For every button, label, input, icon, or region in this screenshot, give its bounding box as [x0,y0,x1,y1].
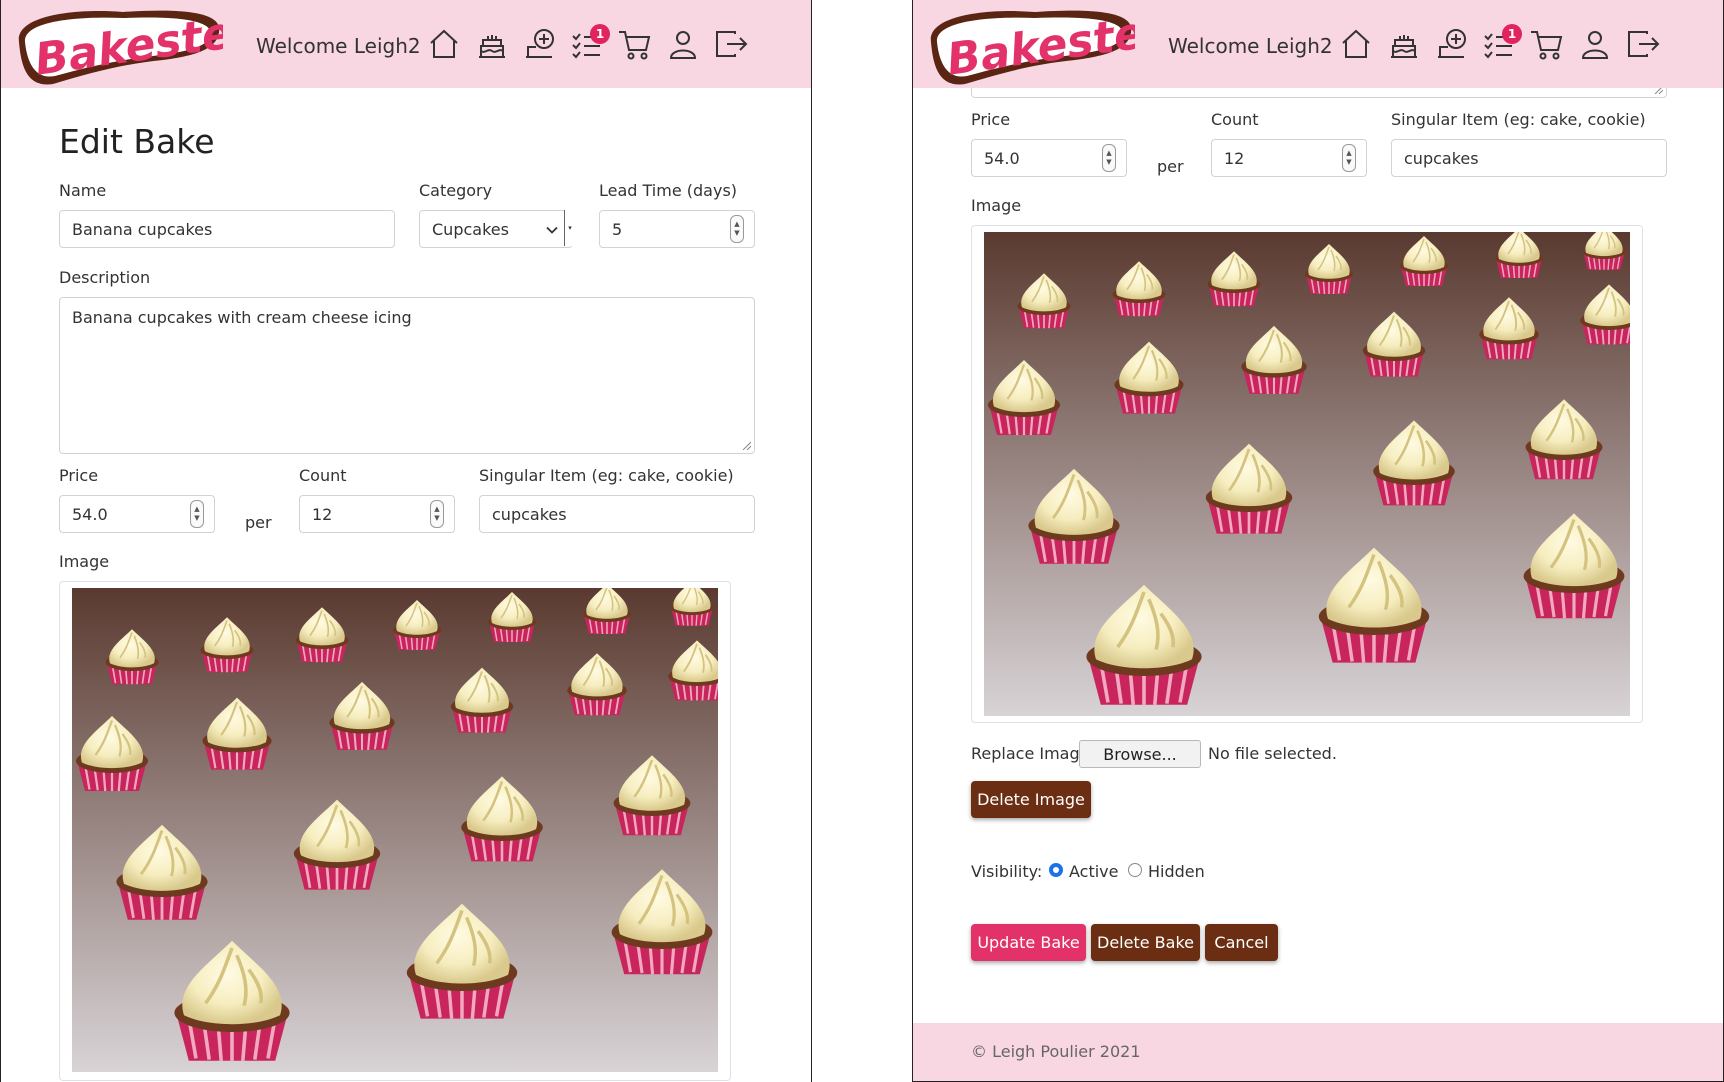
browse-button[interactable]: Browse... [1079,740,1201,768]
count-label: Count [1211,110,1259,129]
per-text: per [245,513,272,532]
update-bake-button[interactable]: Update Bake [971,924,1086,961]
page-title: Edit Bake [59,122,215,161]
singular-input[interactable]: cupcakes [479,495,755,533]
price-label: Price [971,110,1011,129]
cart-icon[interactable] [1529,26,1565,62]
name-label: Name [59,181,107,200]
image-frame [971,225,1643,723]
orders-badge: 1 [590,24,610,44]
navbar: Bakester Welcome Leigh2 1 [913,0,1723,88]
image-label: Image [971,196,1022,215]
right-panel: Bakester Welcome Leigh2 1 Price 54.0 ▲ ▼ … [912,0,1724,1082]
name-value: Banana cupcakes [72,219,213,239]
select-handle-icon[interactable]: ▾ [564,210,575,246]
price-value: 54.0 [72,504,108,524]
per-text: per [1157,157,1184,176]
orders-badge: 1 [1502,24,1522,44]
welcome-text: Welcome Leigh2 [1168,34,1333,58]
singular-input[interactable]: cupcakes [1391,139,1667,177]
visibility-active-radio[interactable] [1049,863,1063,877]
visibility-hidden-radio[interactable] [1128,863,1142,877]
singular-label: Singular Item (eg: cake, cookie) [479,466,734,485]
price-input[interactable]: 54.0 ▲ ▼ [59,495,215,533]
visibility-active-label[interactable]: Active [1069,862,1119,881]
visibility-hidden-label[interactable]: Hidden [1148,862,1205,881]
category-select[interactable]: Cupcakes ▾ [419,210,575,248]
count-spinner[interactable]: ▲ ▼ [430,500,444,528]
singular-value: cupcakes [492,504,567,524]
category-value: Cupcakes [432,219,509,239]
description-label: Description [59,268,151,287]
cancel-button[interactable]: Cancel [1205,924,1278,961]
resize-grip-icon[interactable] [741,440,751,450]
logout-icon[interactable] [1625,26,1661,62]
orders-list-icon[interactable]: 1 [570,24,610,62]
price-spinner[interactable]: ▲ ▼ [190,500,204,528]
add-bake-icon[interactable] [522,26,558,62]
lead-time-spinner[interactable]: ▲ ▼ [730,215,744,243]
price-spinner[interactable]: ▲ ▼ [1102,144,1116,172]
count-input[interactable]: 12 ▲ ▼ [1211,139,1367,177]
count-value: 12 [312,504,333,524]
name-input[interactable]: Banana cupcakes [59,210,395,248]
cake-icon[interactable] [1386,26,1422,62]
add-bake-icon[interactable] [1434,26,1470,62]
image-label: Image [59,552,110,571]
price-input[interactable]: 54.0 ▲ ▼ [971,139,1127,177]
home-icon[interactable] [1338,26,1374,62]
cupcake-photo [984,232,1630,716]
delete-bake-button[interactable]: Delete Bake [1091,924,1200,961]
user-icon[interactable] [1577,26,1613,62]
count-spinner[interactable]: ▲ ▼ [1342,144,1356,172]
replace-image-label: Replace Image [971,744,1090,763]
count-value: 12 [1224,148,1245,168]
no-file-text: No file selected. [1208,744,1337,763]
orders-list-icon[interactable]: 1 [1482,24,1522,62]
left-panel: Bakester Welcome Leigh2 1 Edit Bake Name… [0,0,812,1082]
welcome-text: Welcome Leigh2 [256,34,421,58]
count-input[interactable]: 12 ▲ ▼ [299,495,455,533]
lead-time-value: 5 [612,219,623,239]
bakester-logo[interactable]: Bakester [13,2,223,88]
category-label: Category [419,181,493,200]
delete-image-button[interactable]: Delete Image [971,781,1091,818]
visibility-label: Visibility: [971,862,1043,881]
singular-label: Singular Item (eg: cake, cookie) [1391,110,1646,129]
price-value: 54.0 [984,148,1020,168]
footer-copyright: © Leigh Poulier 2021 [971,1042,1141,1061]
cupcake-photo [72,588,718,1072]
description-textarea[interactable]: Banana cupcakes with cream cheese icing [59,297,755,454]
logout-icon[interactable] [713,26,749,62]
count-label: Count [299,466,347,485]
navbar: Bakester Welcome Leigh2 1 [1,0,811,88]
bakester-logo[interactable]: Bakester [925,2,1135,88]
user-icon[interactable] [665,26,701,62]
home-icon[interactable] [426,26,462,62]
price-label: Price [59,466,99,485]
lead-time-label: Lead Time (days) [599,181,738,200]
cart-icon[interactable] [617,26,653,62]
chevron-down-icon [546,220,558,239]
cake-icon[interactable] [474,26,510,62]
footer: © Leigh Poulier 2021 [913,1023,1723,1081]
description-value: Banana cupcakes with cream cheese icing [72,308,412,327]
lead-time-input[interactable]: 5 ▲ ▼ [599,210,755,248]
singular-value: cupcakes [1404,148,1479,168]
image-frame [59,581,731,1081]
